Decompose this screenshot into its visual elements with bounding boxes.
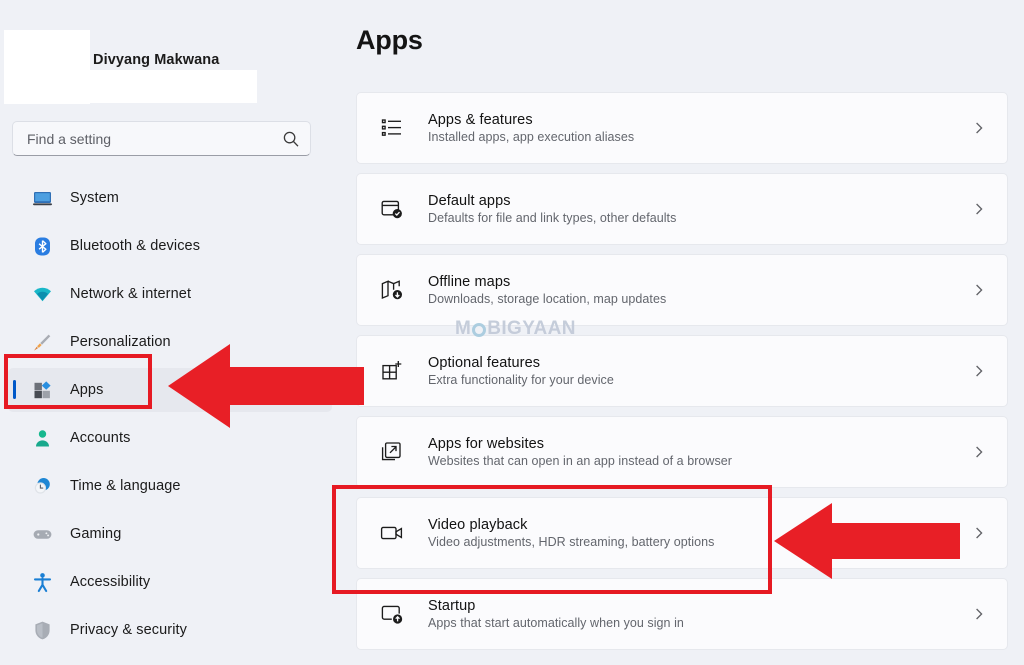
card-title: Apps & features xyxy=(428,112,971,128)
sidebar: Divyang Makwana System B xyxy=(0,0,340,665)
card-text: Apps for websites Websites that can open… xyxy=(428,436,971,468)
card-default-apps[interactable]: Default apps Defaults for file and link … xyxy=(356,173,1008,245)
sidebar-item-personalization[interactable]: Personalization xyxy=(8,320,332,364)
list-icon xyxy=(379,115,405,141)
card-startup[interactable]: Startup Apps that start automatically wh… xyxy=(356,578,1008,650)
default-apps-icon xyxy=(379,196,405,222)
card-subtitle: Installed apps, app execution aliases xyxy=(428,130,971,144)
card-title: Offline maps xyxy=(428,274,971,290)
wifi-icon xyxy=(32,284,53,305)
profile-name: Divyang Makwana xyxy=(93,52,219,68)
apps-icon xyxy=(32,380,53,401)
monitor-icon xyxy=(32,188,53,209)
person-icon xyxy=(32,428,53,449)
search-icon[interactable] xyxy=(282,130,300,148)
clock-icon xyxy=(32,476,53,497)
card-text: Apps & features Installed apps, app exec… xyxy=(428,112,971,144)
card-text: Offline maps Downloads, storage location… xyxy=(428,274,971,306)
search-input[interactable] xyxy=(27,131,282,147)
card-subtitle: Defaults for file and link types, other … xyxy=(428,211,971,225)
accessibility-icon xyxy=(32,572,53,593)
external-link-icon xyxy=(379,439,405,465)
user-profile[interactable]: Divyang Makwana xyxy=(0,12,260,80)
settings-window: Divyang Makwana System B xyxy=(0,0,1024,665)
sidebar-item-privacy-security[interactable]: Privacy & security xyxy=(8,608,332,652)
chevron-right-icon[interactable] xyxy=(971,282,987,298)
card-apps-features[interactable]: Apps & features Installed apps, app exec… xyxy=(356,92,1008,164)
chevron-right-icon[interactable] xyxy=(971,363,987,379)
sidebar-item-label: Accessibility xyxy=(70,574,150,590)
card-subtitle: Downloads, storage location, map updates xyxy=(428,292,971,306)
card-offline-maps[interactable]: Offline maps Downloads, storage location… xyxy=(356,254,1008,326)
startup-icon xyxy=(379,601,405,627)
card-title: Optional features xyxy=(428,355,971,371)
chevron-right-icon[interactable] xyxy=(971,444,987,460)
card-subtitle: Apps that start automatically when you s… xyxy=(428,616,971,630)
video-camera-icon xyxy=(379,520,405,546)
card-subtitle: Extra functionality for your device xyxy=(428,373,971,387)
gamepad-icon xyxy=(32,524,53,545)
sidebar-item-label: Bluetooth & devices xyxy=(70,238,200,254)
avatar-redaction xyxy=(4,30,90,104)
sidebar-item-label: Gaming xyxy=(70,526,121,542)
sidebar-item-gaming[interactable]: Gaming xyxy=(8,512,332,556)
sidebar-item-time-language[interactable]: Time & language xyxy=(8,464,332,508)
sidebar-item-accounts[interactable]: Accounts xyxy=(8,416,332,460)
sidebar-nav: System Bluetooth & devices Network & int… xyxy=(0,176,340,665)
chevron-right-icon[interactable] xyxy=(971,606,987,622)
card-title: Default apps xyxy=(428,193,971,209)
sidebar-item-apps[interactable]: Apps xyxy=(8,368,332,412)
page-title: Apps xyxy=(356,25,423,56)
card-text: Startup Apps that start automatically wh… xyxy=(428,598,971,630)
sidebar-item-bluetooth-devices[interactable]: Bluetooth & devices xyxy=(8,224,332,268)
main-content: Apps Apps & features Installed apps, app… xyxy=(340,0,1024,665)
selection-indicator xyxy=(13,380,16,399)
sidebar-item-label: Time & language xyxy=(70,478,181,494)
sidebar-item-windows-update[interactable]: Windows Update xyxy=(8,656,332,665)
sidebar-item-label: Privacy & security xyxy=(70,622,187,638)
card-title: Video playback xyxy=(428,517,971,533)
sidebar-item-network-internet[interactable]: Network & internet xyxy=(8,272,332,316)
sidebar-item-label: Personalization xyxy=(70,334,171,350)
shield-icon xyxy=(32,620,53,641)
settings-card-list: Apps & features Installed apps, app exec… xyxy=(356,92,1008,659)
sidebar-item-label: System xyxy=(70,190,119,206)
card-subtitle: Video adjustments, HDR streaming, batter… xyxy=(428,535,971,549)
bluetooth-icon xyxy=(32,236,53,257)
sidebar-item-label: Accounts xyxy=(70,430,130,446)
card-title: Apps for websites xyxy=(428,436,971,452)
card-subtitle: Websites that can open in an app instead… xyxy=(428,454,971,468)
card-video-playback[interactable]: Video playback Video adjustments, HDR st… xyxy=(356,497,1008,569)
card-title: Startup xyxy=(428,598,971,614)
card-text: Video playback Video adjustments, HDR st… xyxy=(428,517,971,549)
card-apps-for-websites[interactable]: Apps for websites Websites that can open… xyxy=(356,416,1008,488)
sidebar-item-accessibility[interactable]: Accessibility xyxy=(8,560,332,604)
email-redaction xyxy=(90,70,257,103)
card-text: Default apps Defaults for file and link … xyxy=(428,193,971,225)
map-download-icon xyxy=(379,277,405,303)
sidebar-item-label: Apps xyxy=(70,382,103,398)
search-box[interactable] xyxy=(12,121,311,156)
chevron-right-icon[interactable] xyxy=(971,120,987,136)
sidebar-item-label: Network & internet xyxy=(70,286,191,302)
chevron-right-icon[interactable] xyxy=(971,201,987,217)
card-text: Optional features Extra functionality fo… xyxy=(428,355,971,387)
grid-plus-icon xyxy=(379,358,405,384)
sidebar-item-system[interactable]: System xyxy=(8,176,332,220)
card-optional-features[interactable]: Optional features Extra functionality fo… xyxy=(356,335,1008,407)
paintbrush-icon xyxy=(32,332,53,353)
chevron-right-icon[interactable] xyxy=(971,525,987,541)
